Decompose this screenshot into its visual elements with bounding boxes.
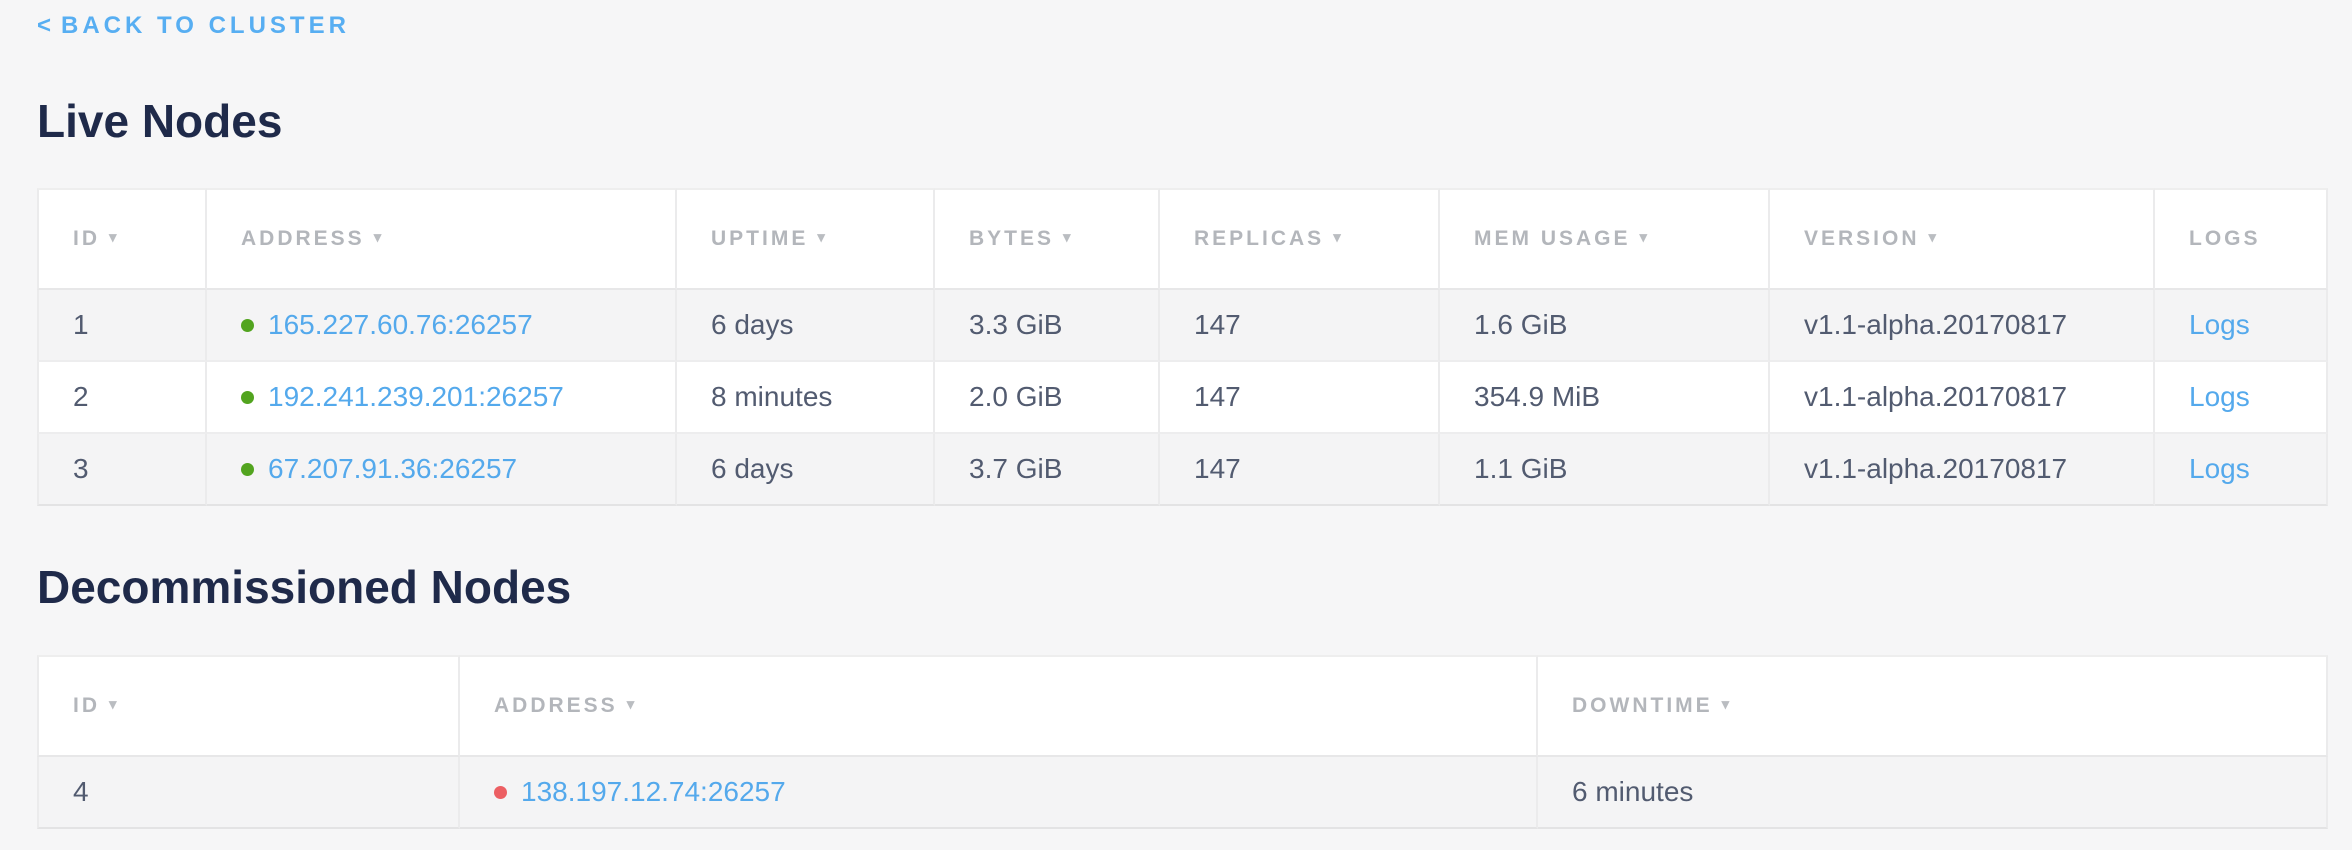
sort-arrow-icon: ▾	[1929, 229, 1937, 246]
node-id-cell: 2	[37, 362, 207, 434]
node-version-cell: v1.1-alpha.20170817	[1770, 362, 2155, 434]
sort-arrow-icon: ▾	[1722, 696, 1730, 713]
node-address-cell: 165.227.60.76:26257	[207, 290, 677, 362]
table-row: 2 192.241.239.201:26257 8 minutes 2.0 Gi…	[37, 362, 2328, 434]
column-header-address[interactable]: ADDRESS▾	[207, 188, 677, 290]
node-id-cell: 3	[37, 434, 207, 506]
live-nodes-header-row: ID▾ ADDRESS▾ UPTIME▾ BYTES▾ REPLICAS▾ ME…	[37, 188, 2328, 290]
node-uptime-cell: 8 minutes	[677, 362, 935, 434]
node-logs-cell: Logs	[2155, 434, 2328, 506]
back-chevron-icon: <	[37, 12, 51, 39]
decommissioned-nodes-header-row: ID▾ ADDRESS▾ DOWNTIME▾	[37, 655, 2328, 757]
node-mem-usage-cell: 354.9 MiB	[1440, 362, 1770, 434]
column-header-mem-usage[interactable]: MEM USAGE▾	[1440, 188, 1770, 290]
column-header-version[interactable]: VERSION▾	[1770, 188, 2155, 290]
table-row: 4 138.197.12.74:26257 6 minutes	[37, 757, 2328, 829]
column-header-logs: LOGS	[2155, 188, 2328, 290]
node-live-status-icon	[241, 463, 254, 476]
node-id-cell: 4	[37, 757, 460, 829]
column-header-id[interactable]: ID▾	[37, 655, 460, 757]
sort-arrow-icon: ▾	[109, 696, 117, 713]
node-live-status-icon	[241, 391, 254, 404]
node-address-link[interactable]: 67.207.91.36:26257	[268, 453, 517, 484]
column-header-bytes[interactable]: BYTES▾	[935, 188, 1160, 290]
column-header-id[interactable]: ID▾	[37, 188, 207, 290]
node-address-link[interactable]: 165.227.60.76:26257	[268, 309, 533, 340]
node-address-cell: 138.197.12.74:26257	[460, 757, 1538, 829]
back-to-cluster-link[interactable]: < BACK TO CLUSTER	[37, 12, 350, 40]
column-header-replicas[interactable]: REPLICAS▾	[1160, 188, 1440, 290]
logs-link[interactable]: Logs	[2189, 381, 2250, 412]
node-address-cell: 67.207.91.36:26257	[207, 434, 677, 506]
node-version-cell: v1.1-alpha.20170817	[1770, 434, 2155, 506]
logs-link[interactable]: Logs	[2189, 453, 2250, 484]
node-address-cell: 192.241.239.201:26257	[207, 362, 677, 434]
live-nodes-title: Live Nodes	[37, 94, 2328, 148]
sort-arrow-icon: ▾	[1333, 229, 1341, 246]
node-uptime-cell: 6 days	[677, 434, 935, 506]
node-mem-usage-cell: 1.6 GiB	[1440, 290, 1770, 362]
node-logs-cell: Logs	[2155, 362, 2328, 434]
node-bytes-cell: 2.0 GiB	[935, 362, 1160, 434]
node-id-cell: 1	[37, 290, 207, 362]
decommissioned-nodes-title: Decommissioned Nodes	[37, 560, 2328, 614]
node-downtime-cell: 6 minutes	[1538, 757, 2328, 829]
back-to-cluster-label: BACK TO CLUSTER	[61, 12, 350, 39]
sort-arrow-icon: ▾	[1063, 229, 1071, 246]
logs-link[interactable]: Logs	[2189, 309, 2250, 340]
sort-arrow-icon: ▾	[1640, 229, 1648, 246]
sort-arrow-icon: ▾	[817, 229, 825, 246]
column-header-address[interactable]: ADDRESS▾	[460, 655, 1538, 757]
column-header-downtime[interactable]: DOWNTIME▾	[1538, 655, 2328, 757]
node-replicas-cell: 147	[1160, 434, 1440, 506]
sort-arrow-icon: ▾	[109, 229, 117, 246]
node-mem-usage-cell: 1.1 GiB	[1440, 434, 1770, 506]
nodes-page: < BACK TO CLUSTER Live Nodes ID▾ ADDRESS▾…	[37, 0, 2328, 829]
node-replicas-cell: 147	[1160, 362, 1440, 434]
node-logs-cell: Logs	[2155, 290, 2328, 362]
decommissioned-nodes-table: ID▾ ADDRESS▾ DOWNTIME▾ 4 138.197.12.74:2…	[37, 655, 2328, 829]
node-version-cell: v1.1-alpha.20170817	[1770, 290, 2155, 362]
table-row: 1 165.227.60.76:26257 6 days 3.3 GiB 147…	[37, 290, 2328, 362]
column-header-uptime[interactable]: UPTIME▾	[677, 188, 935, 290]
table-row: 3 67.207.91.36:26257 6 days 3.7 GiB 147 …	[37, 434, 2328, 506]
node-bytes-cell: 3.7 GiB	[935, 434, 1160, 506]
node-uptime-cell: 6 days	[677, 290, 935, 362]
sort-arrow-icon: ▾	[374, 229, 382, 246]
node-replicas-cell: 147	[1160, 290, 1440, 362]
live-nodes-table: ID▾ ADDRESS▾ UPTIME▾ BYTES▾ REPLICAS▾ ME…	[37, 188, 2328, 506]
node-bytes-cell: 3.3 GiB	[935, 290, 1160, 362]
node-dead-status-icon	[494, 786, 507, 799]
sort-arrow-icon: ▾	[627, 696, 635, 713]
node-address-link[interactable]: 138.197.12.74:26257	[521, 776, 786, 807]
node-address-link[interactable]: 192.241.239.201:26257	[268, 381, 564, 412]
node-live-status-icon	[241, 319, 254, 332]
